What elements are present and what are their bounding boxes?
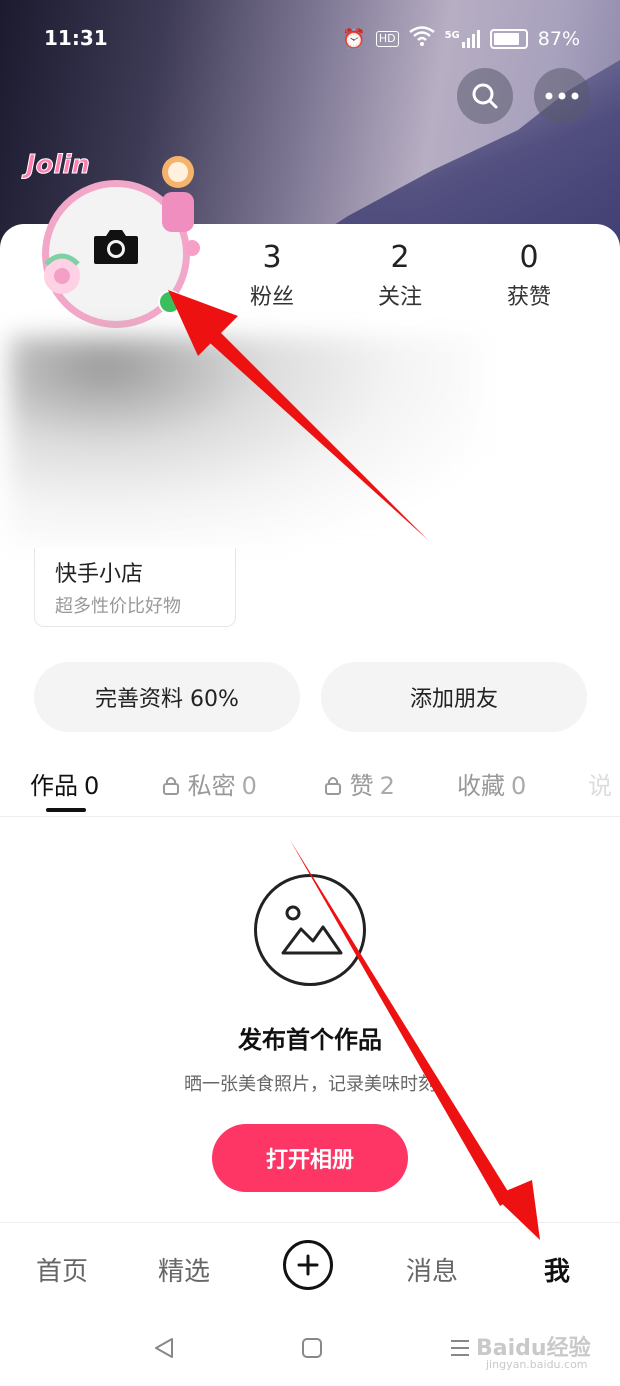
tab-more[interactable]: 说 <box>588 766 612 801</box>
camera-icon[interactable] <box>92 226 140 266</box>
battery-level: 87% <box>537 27 580 50</box>
image-icon <box>254 874 366 986</box>
signal-icon: 5G <box>444 29 480 48</box>
watermark-url: jingyan.baidu.com <box>486 1358 588 1371</box>
avatar-frame-decoration <box>162 156 200 256</box>
nav-featured[interactable]: 精选 <box>158 1251 210 1288</box>
more-icon <box>545 92 579 100</box>
search-button[interactable] <box>457 68 513 124</box>
nav-home[interactable]: 首页 <box>36 1251 88 1288</box>
active-tab-indicator <box>46 808 86 812</box>
stat-label: 粉丝 <box>249 285 294 310</box>
avatar-frame-decoration-left <box>44 253 80 294</box>
stat-likes[interactable]: 0 获赞 <box>479 240 579 311</box>
nav-messages[interactable]: 消息 <box>406 1251 458 1288</box>
content-tabs: 作品 0 私密 0 赞2 收藏 0 说 <box>0 760 620 817</box>
shop-subtitle: 超多性价比好物 <box>55 596 181 617</box>
tab-label: 私密 <box>187 772 236 800</box>
plus-icon <box>297 1254 319 1276</box>
tab-count: 0 <box>511 772 527 800</box>
nav-me[interactable]: 我 <box>544 1251 570 1288</box>
more-button[interactable] <box>534 68 590 124</box>
online-status-dot <box>158 290 182 314</box>
shop-title: 快手小店 <box>55 562 144 587</box>
stat-value: 2 <box>390 240 410 275</box>
tab-private[interactable]: 私密 0 <box>162 766 257 801</box>
lock-icon <box>163 777 179 795</box>
tab-favorites[interactable]: 收藏 0 <box>457 766 526 801</box>
status-icons: ⏰ HD 5G 87% <box>342 26 580 51</box>
avatar-frame-label: Jolin <box>26 150 91 181</box>
hd-badge: HD <box>375 30 399 47</box>
status-bar: 11:31 ⏰ HD 5G 87% <box>0 18 620 58</box>
stat-value: 0 <box>519 240 539 275</box>
stat-label: 关注 <box>377 285 422 310</box>
tab-count: 0 <box>241 772 257 800</box>
publish-button[interactable] <box>283 1240 333 1290</box>
empty-state-subtitle: 晒一张美食照片，记录美味时刻 <box>184 1074 436 1095</box>
shop-card[interactable]: 快手小店 超多性价比好物 <box>34 548 236 627</box>
search-icon <box>472 83 498 109</box>
blurred-profile-info <box>10 336 480 546</box>
stat-value: 3 <box>262 240 282 275</box>
tab-label: 赞 <box>349 772 374 800</box>
battery-icon <box>489 28 528 49</box>
network-type: 5G <box>444 29 460 41</box>
tab-label: 作品 <box>30 772 78 800</box>
tab-label: 说 <box>588 772 612 800</box>
status-time: 11:31 <box>44 26 108 50</box>
menu-icon[interactable] <box>448 1336 472 1360</box>
back-icon[interactable] <box>152 1336 176 1360</box>
tab-liked[interactable]: 赞2 <box>324 766 395 801</box>
tab-works[interactable]: 作品 0 <box>30 766 99 801</box>
tab-count: 0 <box>84 772 100 800</box>
empty-state-title: 发布首个作品 <box>238 1026 382 1054</box>
tab-label: 收藏 <box>457 772 505 800</box>
lock-icon <box>325 777 341 795</box>
add-friends-button[interactable]: 添加朋友 <box>321 662 587 732</box>
complete-profile-button[interactable]: 完善资料 60% <box>34 662 300 732</box>
alarm-icon: ⏰ <box>342 28 366 50</box>
stat-followers[interactable]: 3 粉丝 <box>222 240 322 311</box>
open-album-button[interactable]: 打开相册 <box>212 1124 408 1192</box>
stat-following[interactable]: 2 关注 <box>350 240 450 311</box>
tab-count: 2 <box>379 772 395 800</box>
stat-label: 获赞 <box>506 285 551 310</box>
wifi-icon <box>408 26 435 51</box>
home-icon[interactable] <box>300 1336 324 1360</box>
